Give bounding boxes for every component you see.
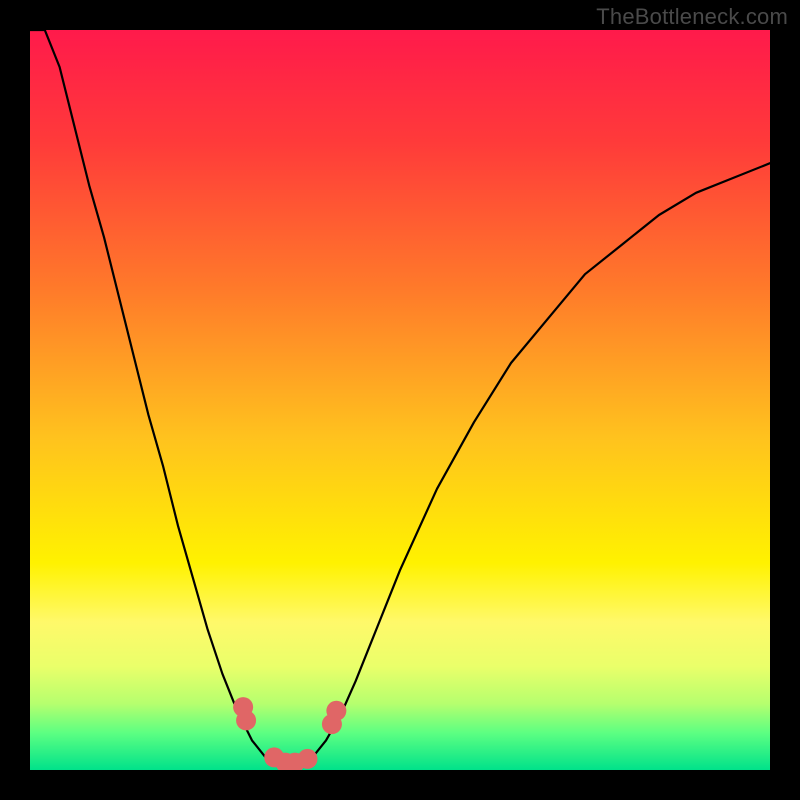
- marker-dot: [236, 710, 256, 730]
- watermark-text: TheBottleneck.com: [596, 4, 788, 30]
- marker-layer: [30, 30, 770, 770]
- marker-dot: [298, 749, 318, 769]
- chart-frame: TheBottleneck.com: [0, 0, 800, 800]
- plot-area: [30, 30, 770, 770]
- marker-dot: [326, 701, 346, 721]
